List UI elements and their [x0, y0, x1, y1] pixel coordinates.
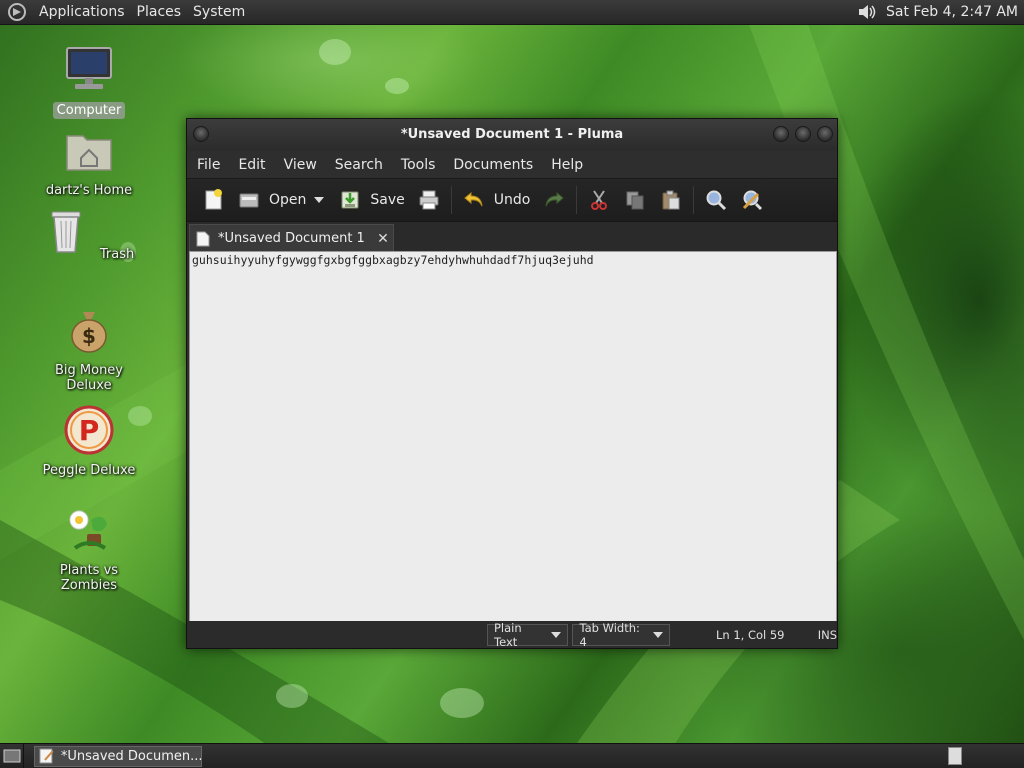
svg-text:P: P	[79, 414, 100, 447]
undo-label: Undo	[493, 192, 531, 208]
plants-vs-zombies-icon	[69, 510, 107, 550]
desktop-icon-label: Peggle Deluxe	[42, 463, 136, 478]
money-bag-icon: $	[71, 312, 107, 353]
printer-icon	[419, 190, 439, 210]
print-button[interactable]	[411, 183, 447, 217]
desktop-icon-label: Plants vs Zombies	[59, 563, 119, 593]
chevron-down-icon	[652, 631, 663, 638]
save-label: Save	[370, 192, 405, 208]
desktop-icon-trash[interactable]: Trash	[29, 204, 149, 263]
window-titlebar[interactable]: *Unsaved Document 1 - Pluma	[187, 119, 837, 151]
scissors-icon	[591, 190, 608, 210]
show-desktop-icon	[3, 749, 20, 763]
tab-width-selector[interactable]: Tab Width: 4	[572, 620, 670, 649]
svg-text:$: $	[82, 324, 96, 348]
workspace-switcher[interactable]	[948, 747, 962, 765]
pluma-window: *Unsaved Document 1 - Pluma File Edit Vi…	[186, 118, 838, 649]
desktop-icon-label: Big Money Deluxe	[54, 363, 123, 393]
text-file-icon	[196, 231, 210, 246]
copy-button[interactable]	[617, 183, 653, 217]
status-bar: Plain Text Tab Width: 4 Ln 1, Col 59 INS	[187, 620, 837, 649]
menu-search[interactable]: Search	[329, 157, 389, 173]
volume-icon[interactable]	[856, 2, 878, 22]
menu-documents[interactable]: Documents	[447, 157, 539, 173]
top-panel: Applications Places System Sat Feb 4, 2:…	[0, 0, 1024, 25]
document-tab-label: *Unsaved Document 1	[218, 231, 365, 246]
save-button[interactable]: Save	[332, 183, 410, 217]
find-replace-icon	[743, 190, 763, 211]
desktop-icon-label: Computer	[52, 102, 126, 119]
toolbar-separator	[693, 186, 695, 214]
new-document-icon	[205, 189, 222, 210]
chevron-down-icon	[314, 197, 325, 203]
language-label: Plain Text	[494, 620, 522, 649]
find-replace-button[interactable]	[734, 183, 770, 217]
show-desktop-button[interactable]	[0, 743, 24, 768]
open-icon	[239, 193, 259, 208]
minimize-button[interactable]	[773, 126, 789, 142]
window-title: *Unsaved Document 1 - Pluma	[400, 127, 624, 142]
desktop-icon-label: Trash	[99, 247, 135, 262]
desktop-icon-computer[interactable]: Computer	[29, 44, 149, 119]
computer-icon	[66, 47, 112, 89]
search-icon	[706, 190, 727, 211]
close-tab-icon[interactable]: ✕	[373, 231, 393, 247]
tab-width-label: Tab Width: 4	[579, 620, 640, 649]
panel-menu-bar: Applications Places System	[0, 0, 251, 24]
panel-menu-applications[interactable]: Applications	[33, 0, 131, 25]
menu-bar: File Edit View Search Tools Documents He…	[187, 151, 837, 178]
desktop-icon-plants-vs-zombies[interactable]: Plants vs Zombies	[29, 504, 149, 594]
panel-tray: Sat Feb 4, 2:47 AM	[856, 0, 1024, 24]
menu-file[interactable]: File	[191, 157, 226, 173]
close-window-button[interactable]	[817, 126, 833, 142]
desktop-icon-peggle[interactable]: P Peggle Deluxe	[29, 404, 149, 479]
desktop-icon-label: dartz's Home	[45, 183, 133, 198]
open-button[interactable]: Open	[231, 183, 312, 217]
panel-menu-places[interactable]: Places	[131, 0, 188, 25]
redo-button[interactable]	[536, 183, 572, 217]
document-tab-strip: *Unsaved Document 1 ✕	[187, 222, 837, 252]
menu-edit[interactable]: Edit	[232, 157, 271, 173]
open-label: Open	[269, 192, 307, 208]
new-button[interactable]	[195, 183, 231, 217]
undo-button[interactable]: Undo	[456, 183, 537, 217]
chevron-down-icon	[551, 631, 562, 638]
desktop-icon-home[interactable]: dartz's Home	[29, 124, 149, 199]
open-recent-dropdown[interactable]	[312, 183, 326, 217]
menu-view[interactable]: View	[278, 157, 323, 173]
distro-logo-icon[interactable]	[7, 2, 27, 22]
text-editor-icon	[39, 748, 54, 764]
paste-icon	[662, 190, 680, 210]
save-icon	[341, 191, 359, 209]
panel-menu-system[interactable]: System	[187, 0, 251, 25]
desktop-icon-big-money[interactable]: $ Big Money Deluxe	[29, 304, 149, 394]
peggle-icon: P	[64, 405, 114, 455]
maximize-button[interactable]	[795, 126, 811, 142]
toolbar: Open Save Undo	[187, 178, 837, 222]
trash-icon	[51, 211, 81, 253]
toolbar-separator	[576, 186, 578, 214]
cut-button[interactable]	[581, 183, 617, 217]
copy-icon	[626, 191, 644, 210]
panel-clock[interactable]: Sat Feb 4, 2:47 AM	[886, 4, 1018, 20]
taskbar-item-pluma[interactable]: *Unsaved Documen...	[34, 745, 202, 767]
text-editor[interactable]: guhsuihyyuhyfgywggfgxbgfggbxagbzy7ehdyhw…	[189, 251, 837, 622]
home-folder-icon	[66, 135, 112, 171]
cursor-position: Ln 1, Col 59	[715, 627, 785, 642]
paste-button[interactable]	[653, 183, 689, 217]
language-selector[interactable]: Plain Text	[487, 620, 569, 649]
menu-tools[interactable]: Tools	[395, 157, 442, 173]
menu-help[interactable]: Help	[545, 157, 589, 173]
document-tab[interactable]: *Unsaved Document 1 ✕	[189, 224, 394, 252]
bottom-panel: *Unsaved Documen...	[0, 743, 1024, 768]
find-button[interactable]	[698, 183, 734, 217]
editor-line: guhsuihyyuhyfgywggfgxbgfggbxagbzy7ehdyhw…	[192, 253, 594, 267]
undo-icon	[464, 191, 483, 207]
insert-mode: INS	[817, 627, 837, 642]
redo-icon	[545, 191, 565, 207]
taskbar-item-label: *Unsaved Documen...	[60, 748, 201, 764]
toolbar-separator	[450, 186, 452, 214]
